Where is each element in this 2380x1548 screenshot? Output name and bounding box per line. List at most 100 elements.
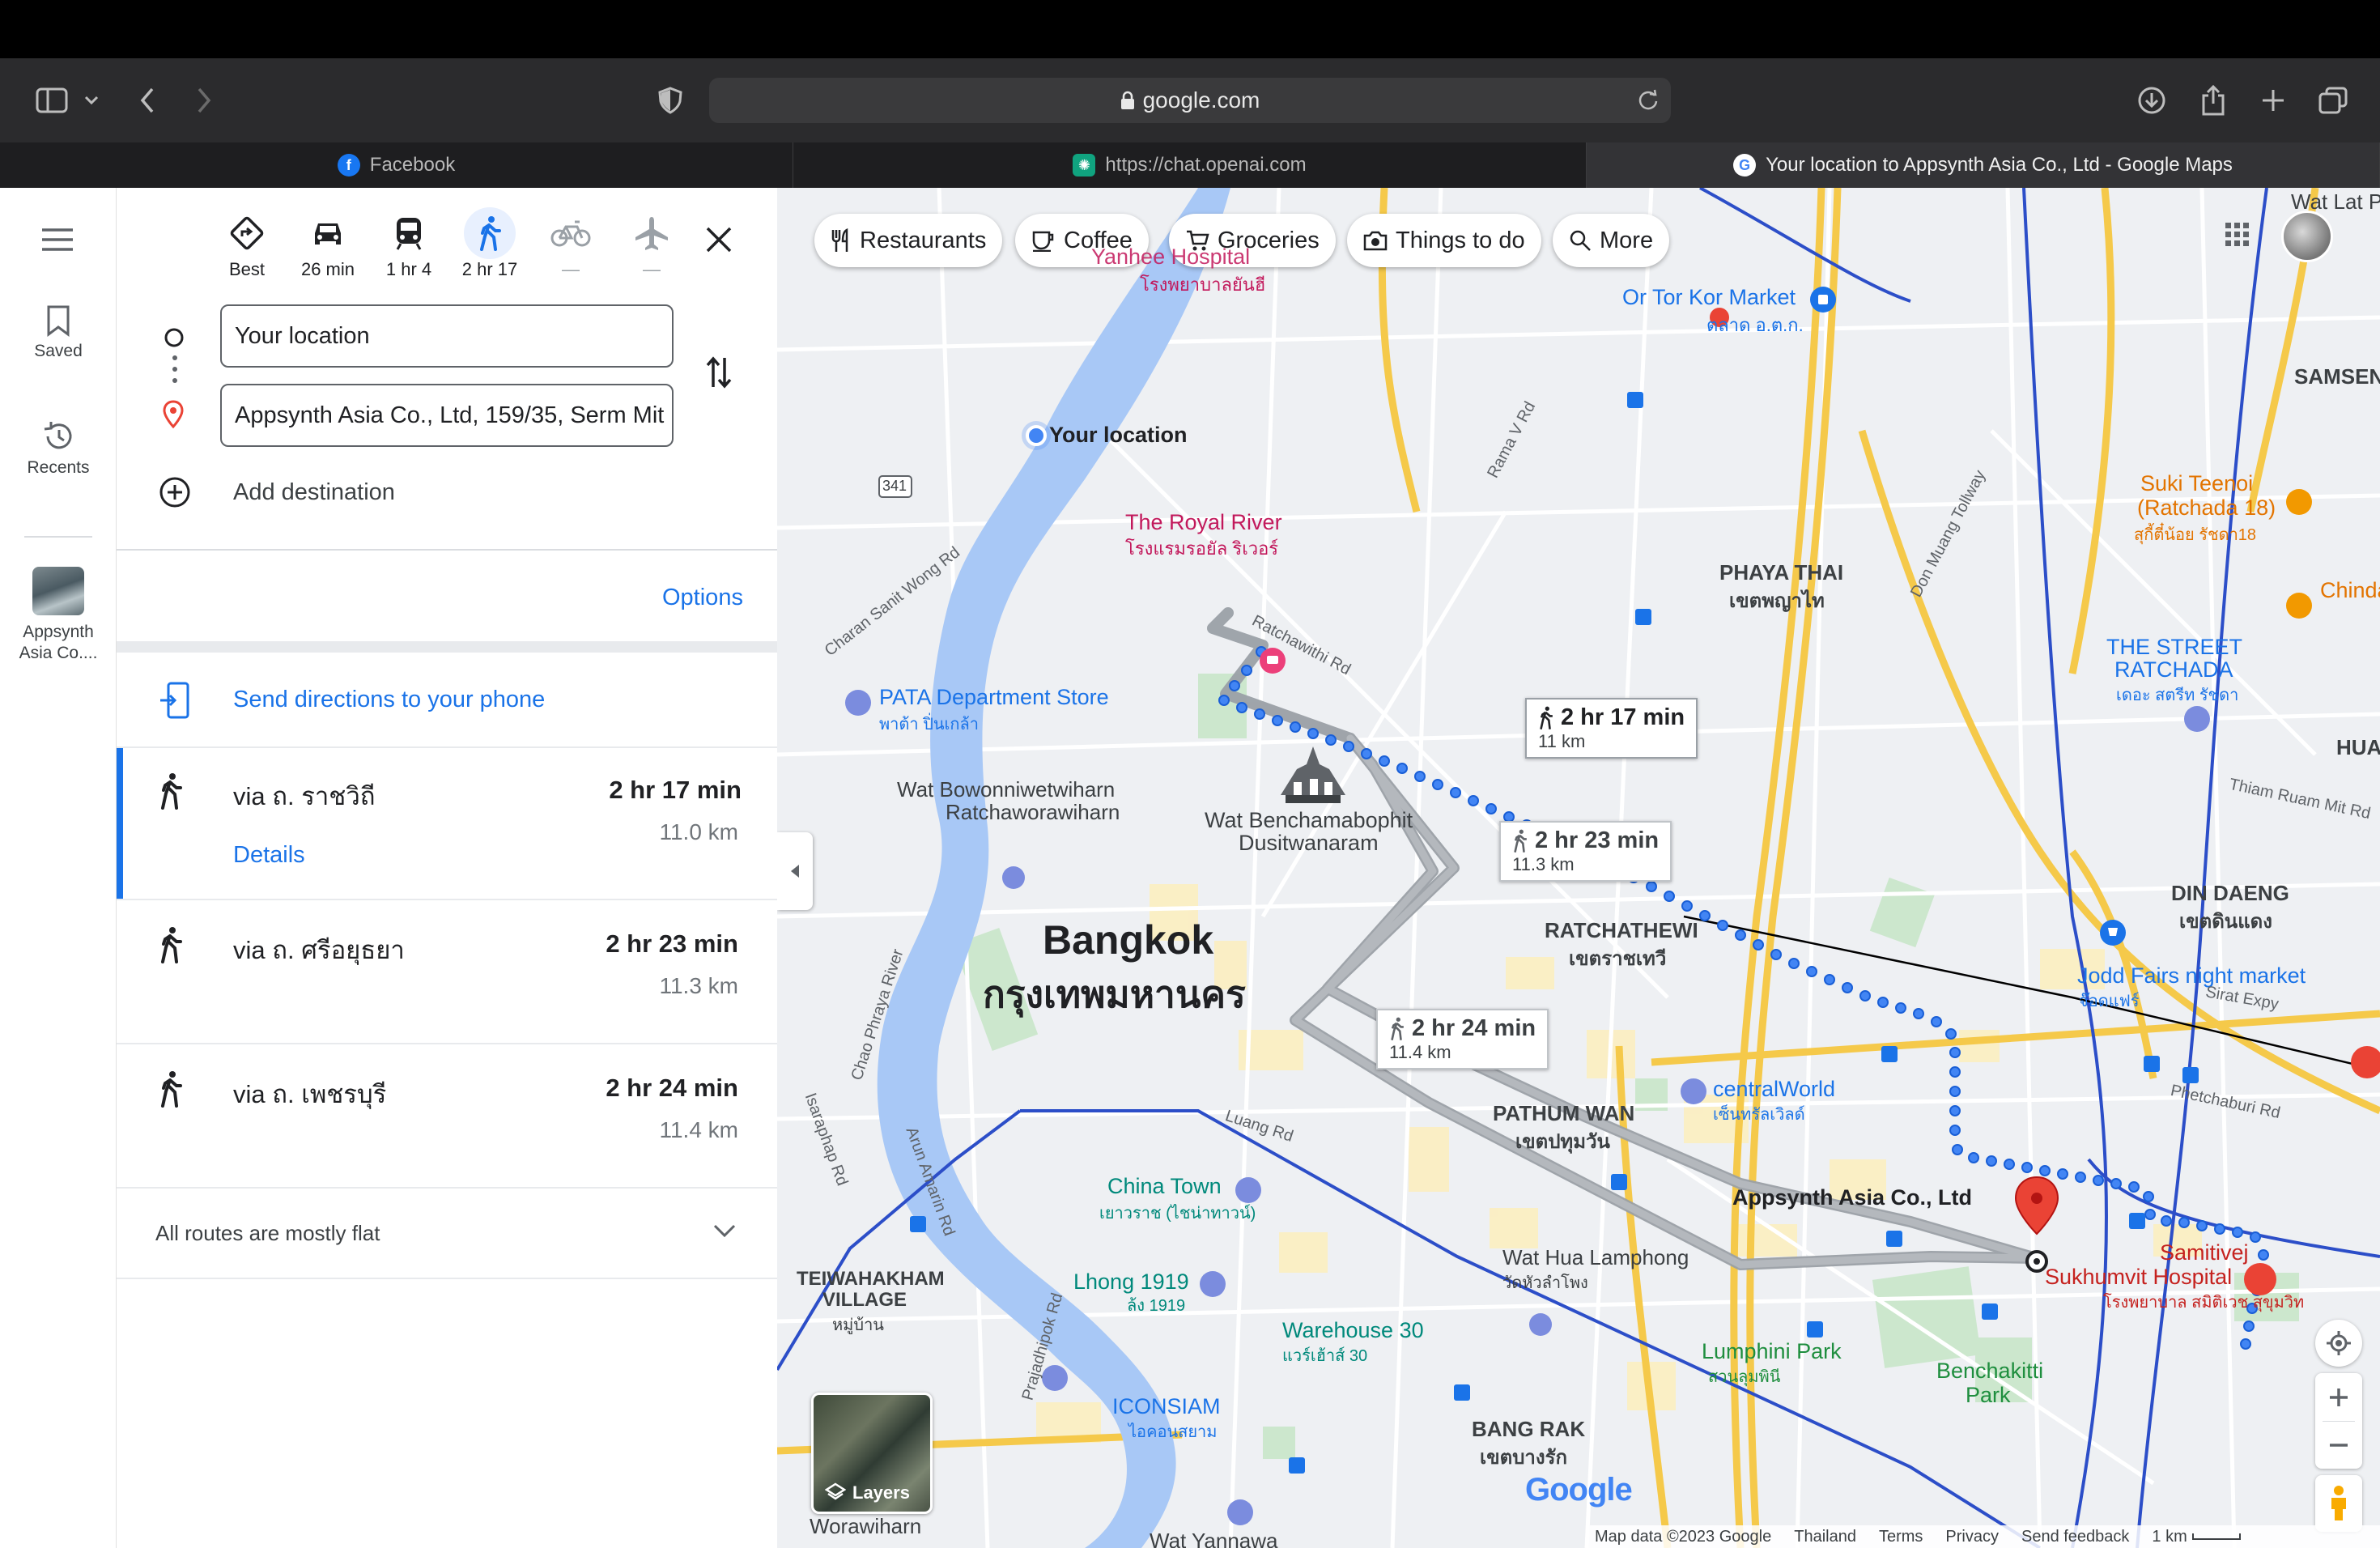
route-option-3[interactable] xyxy=(117,1043,777,1187)
label-hua: HUA xyxy=(2336,735,2380,759)
label-teiwahakham-2: VILLAGE xyxy=(822,1289,907,1311)
mode-flight[interactable]: — xyxy=(615,207,688,280)
label-or-tor-kor[interactable]: Or Tor Kor Market xyxy=(1622,285,1796,310)
menu-icon[interactable] xyxy=(40,227,74,257)
add-destination-button[interactable]: Add destination xyxy=(233,479,395,506)
route-bubble-alt-2[interactable]: 2 hr 24 min 11.4 km xyxy=(1376,1009,1549,1070)
rail-divider xyxy=(24,536,92,538)
mode-walking[interactable]: 2 hr 17 xyxy=(453,207,526,280)
privacy-shield-icon[interactable] xyxy=(651,81,690,120)
map-canvas[interactable]: Restaurants Coffee Groceries Things to d… xyxy=(777,188,2380,1548)
label-royal-river[interactable]: The Royal River xyxy=(1125,510,1282,535)
label-chinda[interactable]: Chinda xyxy=(2320,578,2380,603)
privacy-link[interactable]: Privacy xyxy=(1945,1528,1999,1546)
close-icon[interactable] xyxy=(704,225,733,258)
label-jodd[interactable]: Jodd Fairs night market xyxy=(2077,963,2306,989)
origin-input[interactable]: Your location xyxy=(220,304,674,368)
rail-recents[interactable]: Recents xyxy=(0,419,117,478)
map-region[interactable]: Thailand xyxy=(1794,1528,1856,1546)
walk-icon xyxy=(1391,1017,1404,1040)
temple-landmark xyxy=(1281,746,1345,803)
bubble-distance: 11 km xyxy=(1538,731,1586,751)
google-logo: Google xyxy=(1525,1472,1633,1508)
mode-transit[interactable]: 1 hr 4 xyxy=(372,207,445,280)
collapse-panel-button[interactable] xyxy=(777,832,813,910)
label-centralworld[interactable]: centralWorld xyxy=(1713,1077,1835,1102)
chip-restaurants[interactable]: Restaurants xyxy=(814,214,1003,267)
chevron-down-icon[interactable] xyxy=(78,81,105,120)
zoom-out-icon[interactable] xyxy=(2328,1422,2349,1469)
swap-directions-icon[interactable] xyxy=(704,355,733,394)
label-yanhee[interactable]: Yanhee Hospital xyxy=(1091,245,1250,270)
route-bubble-alt-1[interactable]: 2 hr 23 min 11.3 km xyxy=(1499,821,1672,882)
destination-pin-center xyxy=(2031,1193,2042,1204)
add-destination-icon[interactable] xyxy=(159,476,191,512)
options-button[interactable]: Options xyxy=(662,585,743,611)
rail-recent-place[interactable]: Appsynth Asia Co.... xyxy=(0,567,117,664)
apps-grid-icon[interactable] xyxy=(2225,222,2250,252)
label-samitivej[interactable]: Samitivej xyxy=(2160,1240,2249,1265)
account-avatar[interactable] xyxy=(2281,211,2333,262)
label-samsen: SAMSEN xyxy=(2294,364,2380,389)
route-distance: 11.0 km xyxy=(659,819,738,844)
label-the-street[interactable]: THE STREET xyxy=(2106,635,2242,660)
my-location-button[interactable] xyxy=(2315,1320,2362,1367)
route-details-link[interactable]: Details xyxy=(233,842,305,869)
mode-cycling[interactable]: — xyxy=(534,207,607,280)
forward-icon[interactable] xyxy=(185,81,223,120)
route-distance: 11.3 km xyxy=(659,973,738,998)
label-destination[interactable]: Appsynth Asia Co., Ltd xyxy=(1732,1185,1972,1210)
route-bubble-primary[interactable]: 2 hr 17 min 11 km xyxy=(1525,698,1698,759)
new-tab-icon[interactable] xyxy=(2254,81,2293,120)
chip-more[interactable]: More xyxy=(1553,214,1670,267)
route-time: 2 hr 17 min xyxy=(609,776,742,804)
route-option-2[interactable] xyxy=(117,899,777,1043)
destination-input[interactable]: Appsynth Asia Co., Ltd, 159/35, Serm Mit xyxy=(220,384,674,447)
expand-chevron-icon[interactable] xyxy=(712,1223,737,1243)
mode-best[interactable]: Best xyxy=(210,207,283,280)
label-wat-bench[interactable]: Wat Benchamabophit xyxy=(1205,808,1413,833)
walk-icon xyxy=(159,772,183,814)
rail-saved[interactable]: Saved xyxy=(0,304,117,361)
terms-link[interactable]: Terms xyxy=(1879,1528,1923,1546)
street-view-pegman[interactable] xyxy=(2315,1475,2362,1532)
label-benchakitti[interactable]: Benchakitti xyxy=(1936,1359,2043,1384)
origin-value: Your location xyxy=(235,322,370,349)
label-worawiharn: Worawiharn xyxy=(810,1514,922,1538)
layers-button[interactable]: Layers xyxy=(811,1393,933,1514)
label-wat-hua-lamphong[interactable]: Wat Hua Lamphong xyxy=(1502,1245,1689,1270)
label-china-town[interactable]: China Town xyxy=(1107,1174,1222,1199)
sidebar-toggle-icon[interactable] xyxy=(31,81,73,120)
address-bar[interactable]: google.com xyxy=(709,78,1671,123)
tab-facebook[interactable]: f Facebook xyxy=(0,142,793,188)
share-icon[interactable] xyxy=(2194,81,2233,120)
label-lhong[interactable]: Lhong 1919 xyxy=(1073,1269,1189,1295)
tab-overview-icon[interactable] xyxy=(2314,81,2352,120)
mode-driving[interactable]: 26 min xyxy=(291,207,364,280)
label-pata[interactable]: PATA Department Store xyxy=(879,685,1109,710)
route-distance: 11.4 km xyxy=(659,1117,738,1142)
zoom-in-icon[interactable] xyxy=(2328,1374,2349,1421)
send-feedback-link[interactable]: Send feedback xyxy=(2021,1528,2129,1546)
label-lumphini[interactable]: Lumphini Park xyxy=(1702,1339,1842,1364)
label-pata-th: พาต้า ปิ่นเกล้า xyxy=(879,716,979,734)
tab-google-maps[interactable]: G Your location to Appsynth Asia Co., Lt… xyxy=(1587,142,2380,188)
scale-bar[interactable]: 1 km xyxy=(2152,1528,2241,1546)
label-the-street-2: RATCHADA xyxy=(2114,657,2233,682)
caret-left-icon xyxy=(791,865,799,878)
tab-chatgpt[interactable]: ✺ https://chat.openai.com xyxy=(793,142,1587,188)
label-yanhee-th: โรงพยาบาลยันฮี xyxy=(1140,274,1266,295)
downloads-icon[interactable] xyxy=(2132,81,2171,120)
label-warehouse[interactable]: Warehouse 30 xyxy=(1282,1318,1424,1343)
label-centralworld-th: เซ็นทรัลเวิลด์ xyxy=(1713,1106,1805,1124)
label-royal-river-th: โรงแรมรอยัล ริเวอร์ xyxy=(1125,538,1279,559)
chip-things-to-do[interactable]: Things to do xyxy=(1347,214,1541,267)
flight-icon xyxy=(615,207,688,259)
label-suki[interactable]: Suki Teenoi xyxy=(2140,471,2253,496)
label-iconsiam[interactable]: ICONSIAM xyxy=(1112,1394,1221,1419)
send-directions-link[interactable]: Send directions to your phone xyxy=(233,687,545,713)
zoom-controls xyxy=(2315,1373,2362,1469)
reload-icon[interactable] xyxy=(1637,89,1660,112)
label-wat-bowon[interactable]: Wat Bowonniwetwiharn xyxy=(897,777,1115,802)
back-icon[interactable] xyxy=(128,81,167,120)
